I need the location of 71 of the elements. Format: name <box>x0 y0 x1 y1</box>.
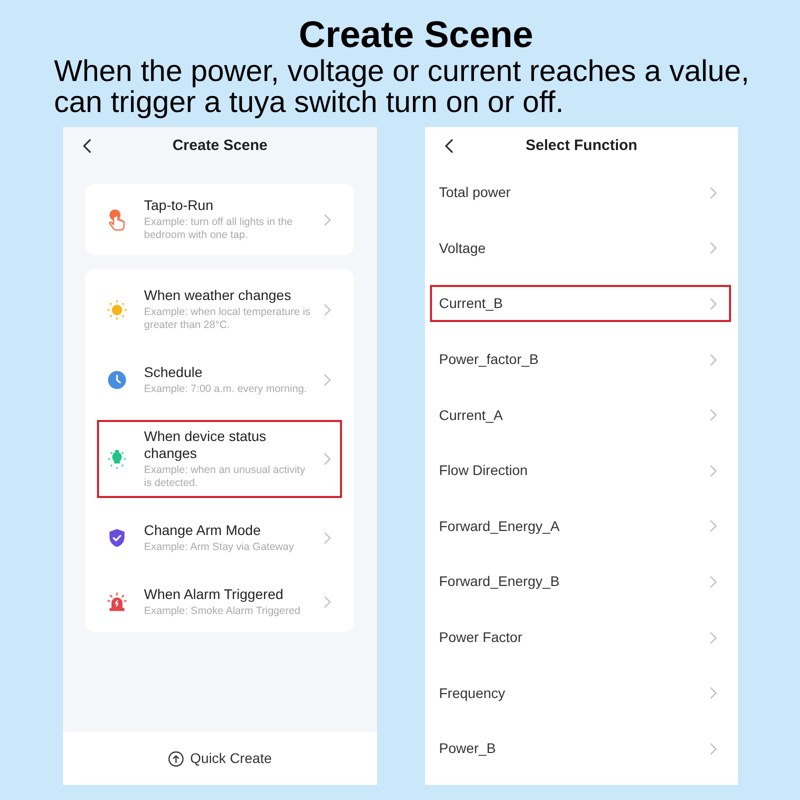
function-option[interactable]: Power Factor <box>430 619 731 656</box>
function-option[interactable]: Total power <box>430 174 731 212</box>
scene-option[interactable]: Tap-to-Run Example: turn off all lights in the bedroom with one tap. <box>97 189 342 250</box>
chevron-right-icon <box>324 214 331 226</box>
function-label: Current_B <box>439 294 503 314</box>
hand-tap-icon <box>107 208 127 230</box>
chevron-right-icon <box>710 742 717 755</box>
chevron-right-icon <box>324 453 331 465</box>
chevron-left-icon[interactable] <box>445 139 453 153</box>
sun-icon <box>107 300 127 320</box>
chevron-right-icon <box>710 298 717 310</box>
option-title: Schedule <box>144 364 204 381</box>
page-title: Create Scene <box>298 14 534 56</box>
chevron-right-icon <box>710 687 717 700</box>
lightbulb-icon <box>107 449 127 469</box>
page-description: When the power, voltage or current reaches a value, can trigger a tuya switch turn on or off. <box>54 56 750 118</box>
chevron-right-icon <box>710 576 717 588</box>
chevron-right-icon <box>710 354 717 366</box>
function-label: Power Factor <box>439 628 522 648</box>
chevron-right-icon <box>710 464 717 477</box>
option-title: When weather changes <box>144 287 292 304</box>
upload-circle-icon <box>168 750 184 766</box>
function-option[interactable]: Power_B <box>430 730 731 768</box>
clock-icon <box>107 370 127 390</box>
function-label: Current_A <box>439 406 503 425</box>
chevron-left-icon[interactable] <box>83 139 91 153</box>
function-label: Frequency <box>439 684 506 703</box>
function-label: Power_B <box>439 739 496 758</box>
chevron-right-icon <box>324 374 331 386</box>
function-option[interactable]: Current_A <box>430 396 731 434</box>
siren-icon <box>107 592 127 612</box>
scene-option[interactable]: When Alarm Triggered Example: Smoke Alarm Triggered <box>97 578 342 626</box>
chevron-right-icon <box>710 520 717 532</box>
function-option[interactable]: Forward_Energy_B <box>430 563 731 600</box>
function-label: Power_factor_B <box>439 350 539 370</box>
screen-title: Select Function <box>526 136 638 156</box>
function-option[interactable]: Voltage <box>430 230 731 267</box>
chevron-right-icon <box>324 596 331 608</box>
option-title: Tap-to-Run <box>144 197 214 214</box>
option-example: Example: Arm Stay via Gateway <box>144 541 295 554</box>
function-label: Voltage <box>439 238 486 258</box>
shield-check-icon <box>108 528 126 548</box>
function-label: Forward_Energy_A <box>439 516 560 536</box>
scene-option[interactable]: Change Arm Mode Example: Arm Stay via Gateway <box>97 514 342 562</box>
chevron-right-icon <box>710 409 717 422</box>
option-example: Example: when local temperature is greater than 28°C. <box>144 306 312 332</box>
chevron-right-icon <box>710 186 717 199</box>
option-title: When device status changes <box>144 428 268 462</box>
function-option[interactable]: Flow Direction <box>430 452 731 490</box>
function-option[interactable]: Forward_Energy_A <box>430 508 731 545</box>
option-example: Example: turn off all lights in the bedroom with one tap. <box>144 216 294 242</box>
function-label: Forward_Energy_B <box>439 572 560 592</box>
function-option[interactable]: Current_B <box>430 285 731 322</box>
option-example: Example: 7:00 a.m. every morning. <box>144 383 308 396</box>
chevron-right-icon <box>710 242 717 254</box>
chevron-right-icon <box>324 304 331 316</box>
function-option[interactable]: Frequency <box>430 674 731 712</box>
option-example: Example: when an unusual activity is detected. <box>144 464 306 490</box>
function-label: Total power <box>439 183 511 202</box>
chevron-right-icon <box>324 532 331 544</box>
quick-create-button[interactable]: Quick Create <box>168 748 272 769</box>
scene-option[interactable]: Schedule Example: 7:00 a.m. every morning. <box>97 356 342 404</box>
function-option[interactable]: Power_factor_B <box>430 341 731 378</box>
option-example: Example: Smoke Alarm Triggered <box>144 605 302 618</box>
chevron-right-icon <box>710 632 717 644</box>
scene-option[interactable]: When device status changes Example: when an unusual activity is detected. <box>97 420 342 498</box>
function-label: Flow Direction <box>439 461 528 480</box>
option-title: When Alarm Triggered <box>144 586 284 603</box>
option-title: Change Arm Mode <box>144 522 262 539</box>
screen-title: Create Scene <box>172 136 268 156</box>
scene-option[interactable]: When weather changes Example: when local temperature is greater than 28°C. <box>97 279 342 340</box>
